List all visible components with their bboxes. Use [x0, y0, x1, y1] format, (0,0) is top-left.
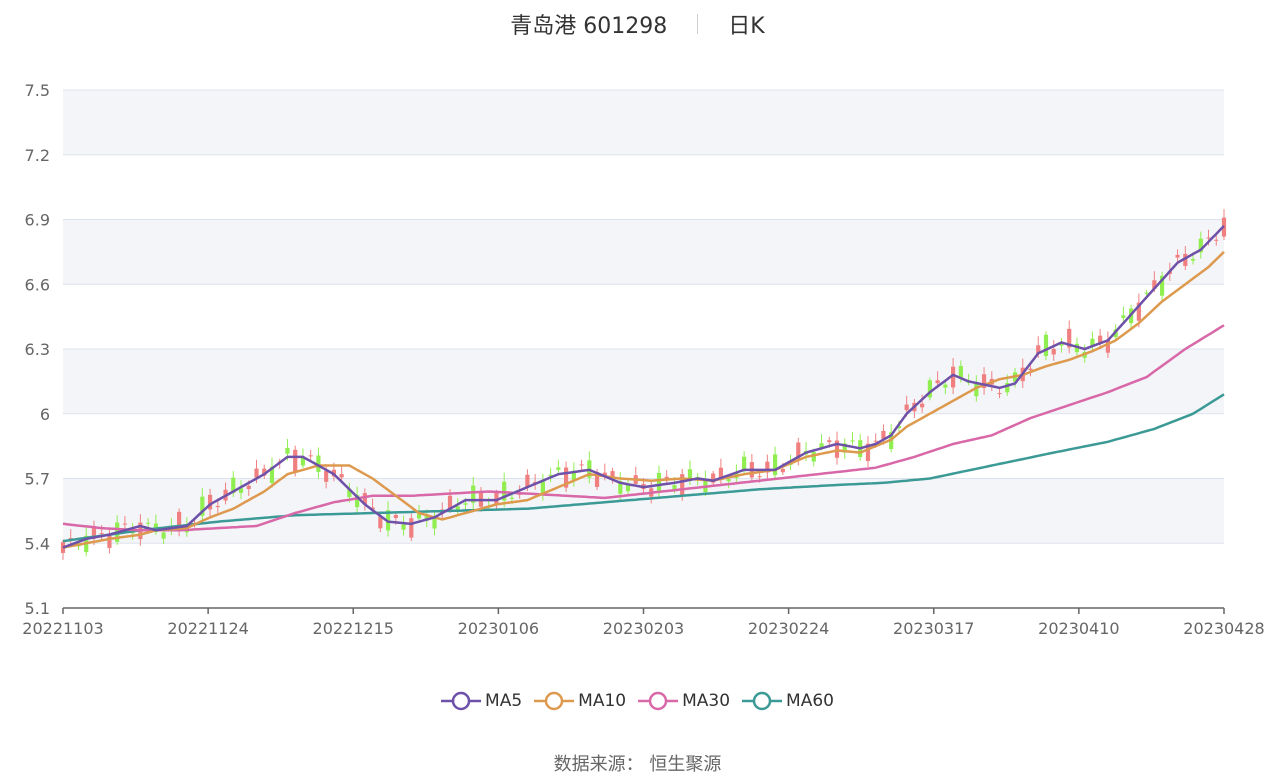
x-tick-label: 20230317	[893, 619, 974, 638]
candle	[1051, 349, 1056, 355]
candle	[687, 469, 693, 479]
y-tick-label: 6.6	[25, 275, 50, 294]
candle	[324, 470, 329, 482]
legend-ma10-icon	[534, 691, 575, 711]
candle	[827, 440, 832, 443]
candle	[1175, 254, 1180, 258]
candle	[1206, 237, 1211, 239]
legend-ma30[interactable]: MA30	[638, 690, 730, 712]
x-tick-label: 20230203	[603, 619, 684, 638]
data-source: 数据来源： 恒生聚源	[553, 754, 722, 775]
candle	[1214, 239, 1219, 241]
candle	[958, 365, 963, 378]
candle	[1121, 315, 1126, 318]
candlestick-chart: 7.5 7.2 6.9 6.6 6.3 6 5.7 5.4 5.120221103 2022112…	[22, 81, 1264, 638]
candle	[161, 532, 166, 539]
candle	[757, 476, 762, 478]
y-tick-label: 5.4	[25, 534, 50, 553]
candle	[726, 479, 731, 482]
candle	[308, 455, 313, 457]
candle	[339, 474, 344, 478]
candle	[254, 468, 259, 478]
legend-ma5[interactable]: MA5	[441, 690, 522, 712]
grid-band	[63, 349, 1224, 414]
candle	[850, 440, 855, 442]
legend-ma10-label: MA10	[578, 691, 627, 711]
x-tick-label: 20221215	[313, 619, 394, 638]
x-tick-label: 20230428	[1183, 619, 1264, 638]
grid-band	[63, 90, 1224, 155]
candle	[1028, 368, 1033, 371]
candle	[943, 384, 948, 388]
candle	[463, 503, 468, 505]
candle	[1043, 334, 1049, 356]
candle	[393, 515, 398, 519]
x-tick-label: 20221103	[22, 619, 103, 638]
candle	[293, 449, 298, 472]
candle	[99, 533, 104, 535]
legend-ma30-icon	[638, 691, 679, 711]
candle	[509, 497, 515, 499]
candle	[1144, 292, 1149, 294]
candle	[780, 468, 785, 473]
y-tick-label: 7.5	[25, 81, 50, 100]
x-tick-label: 20230410	[1038, 619, 1119, 638]
candle	[246, 485, 251, 490]
legend-ma60[interactable]: MA60	[742, 690, 834, 712]
candle	[873, 440, 878, 442]
legend-ma60-label: MA60	[786, 691, 834, 711]
grid-band	[63, 219, 1224, 285]
legend-ma5-label: MA5	[485, 691, 523, 711]
y-tick-label: 5.1	[25, 599, 50, 618]
candle	[556, 467, 561, 470]
candle	[409, 518, 414, 538]
candle	[997, 393, 1002, 395]
candle	[579, 464, 584, 466]
y-tick-label: 7.2	[25, 146, 50, 165]
candle	[935, 380, 940, 384]
candle	[215, 505, 220, 508]
candle	[122, 523, 128, 525]
candle	[920, 403, 925, 408]
candle	[401, 524, 406, 530]
candle	[772, 454, 778, 476]
x-tick-label: 20230106	[458, 619, 539, 638]
y-tick-label: 5.7	[25, 470, 50, 489]
y-tick-label: 6.9	[25, 211, 50, 230]
candle	[146, 522, 151, 524]
legend-ma30-label: MA30	[682, 691, 731, 711]
x-tick-label: 20221124	[167, 619, 248, 638]
candle	[742, 456, 747, 471]
candle	[432, 519, 437, 529]
legend-ma60-icon	[742, 691, 783, 711]
candle	[656, 472, 662, 493]
y-tick-label: 6.3	[25, 340, 50, 359]
legend: MA5 MA10 MA30 MA60	[0, 688, 1275, 714]
legend-ma10[interactable]: MA10	[534, 690, 626, 712]
x-tick-label: 20230224	[748, 619, 829, 638]
y-tick-label: 6	[40, 405, 50, 424]
candle	[285, 447, 290, 454]
candle	[904, 404, 909, 411]
legend-ma5-icon	[441, 691, 482, 711]
candle	[1190, 258, 1196, 261]
